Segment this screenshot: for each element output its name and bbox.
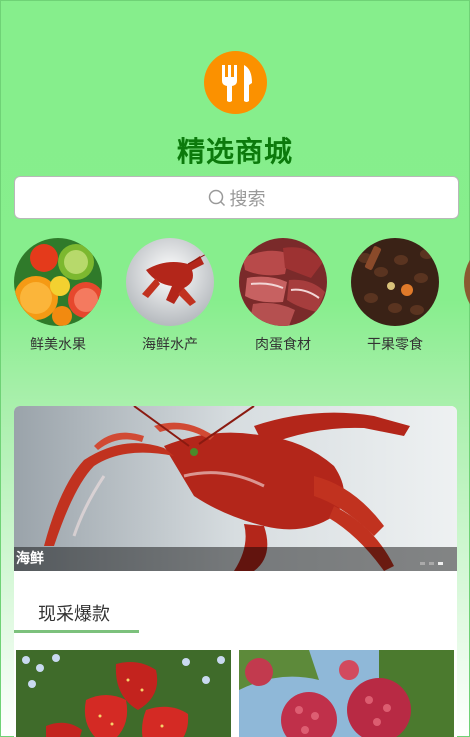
section-title: 现采爆款 [38, 604, 110, 625]
fork-knife-icon [221, 64, 252, 102]
search-icon [208, 189, 225, 206]
category-label: 肉蛋食材 [255, 337, 311, 353]
banner-carousel[interactable]: 海鲜 [14, 406, 457, 571]
banner-caption: 海鲜 [14, 547, 457, 571]
carousel-dot-active[interactable] [438, 562, 443, 565]
category-item-nuts[interactable]: 干果零食 [351, 238, 439, 354]
product-card-strawberry[interactable] [16, 650, 231, 737]
carousel-dot[interactable] [420, 562, 425, 565]
carousel-dot[interactable] [429, 562, 434, 565]
category-row: 鲜美水果 海鲜水产 肉蛋食材 干果零食 [14, 238, 470, 358]
nuts-image [351, 238, 439, 326]
category-item-meat[interactable]: 肉蛋食材 [239, 238, 327, 354]
raspberry-image [239, 650, 454, 737]
category-item-more[interactable] [464, 238, 470, 326]
category-label: 鲜美水果 [30, 337, 86, 353]
fruits-image [14, 238, 102, 326]
section-underline [14, 630, 139, 633]
search-placeholder: 搜索 [229, 188, 266, 210]
more-category-image [464, 238, 470, 326]
strawberry-image [16, 650, 231, 737]
search-input[interactable]: 搜索 [14, 176, 459, 219]
lobster-image [126, 238, 214, 326]
content-card: 海鲜 现采爆款 [14, 406, 457, 737]
logo [204, 51, 267, 114]
category-label: 干果零食 [367, 337, 423, 353]
category-label: 海鲜水产 [142, 337, 198, 353]
category-item-seafood[interactable]: 海鲜水产 [126, 238, 214, 354]
page-title: 精选商城 [176, 135, 293, 168]
category-item-fruits[interactable]: 鲜美水果 [14, 238, 102, 354]
product-card-raspberry[interactable] [239, 650, 454, 737]
meat-image [239, 238, 327, 326]
carousel-indicator [420, 562, 443, 565]
